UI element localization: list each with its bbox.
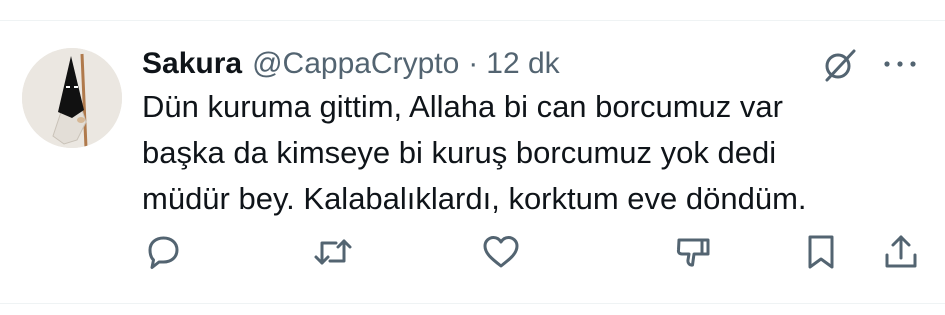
bookmark-icon[interactable] <box>800 231 842 273</box>
top-divider <box>0 20 945 21</box>
tweet-header: Sakura @CappaCrypto · 12 dk <box>142 44 560 84</box>
avatar[interactable] <box>22 48 122 148</box>
author-name[interactable]: Sakura <box>142 47 242 81</box>
reply-icon[interactable] <box>142 231 184 273</box>
share-icon[interactable] <box>880 231 922 273</box>
bottom-divider <box>0 303 945 304</box>
heart-icon[interactable] <box>480 231 522 273</box>
more-horizontal-icon[interactable] <box>882 49 918 79</box>
thumbs-down-icon[interactable] <box>672 231 714 273</box>
avatar-image <box>22 48 122 148</box>
tweet-text: Dün kuruma gittim, Allaha bi can borcumu… <box>142 89 807 216</box>
grok-icon[interactable] <box>821 46 859 84</box>
retweet-icon[interactable] <box>312 231 354 273</box>
separator-dot: · <box>468 47 479 80</box>
author-handle[interactable]: @CappaCrypto <box>252 47 459 81</box>
tweet-timestamp[interactable]: 12 dk <box>486 47 559 81</box>
